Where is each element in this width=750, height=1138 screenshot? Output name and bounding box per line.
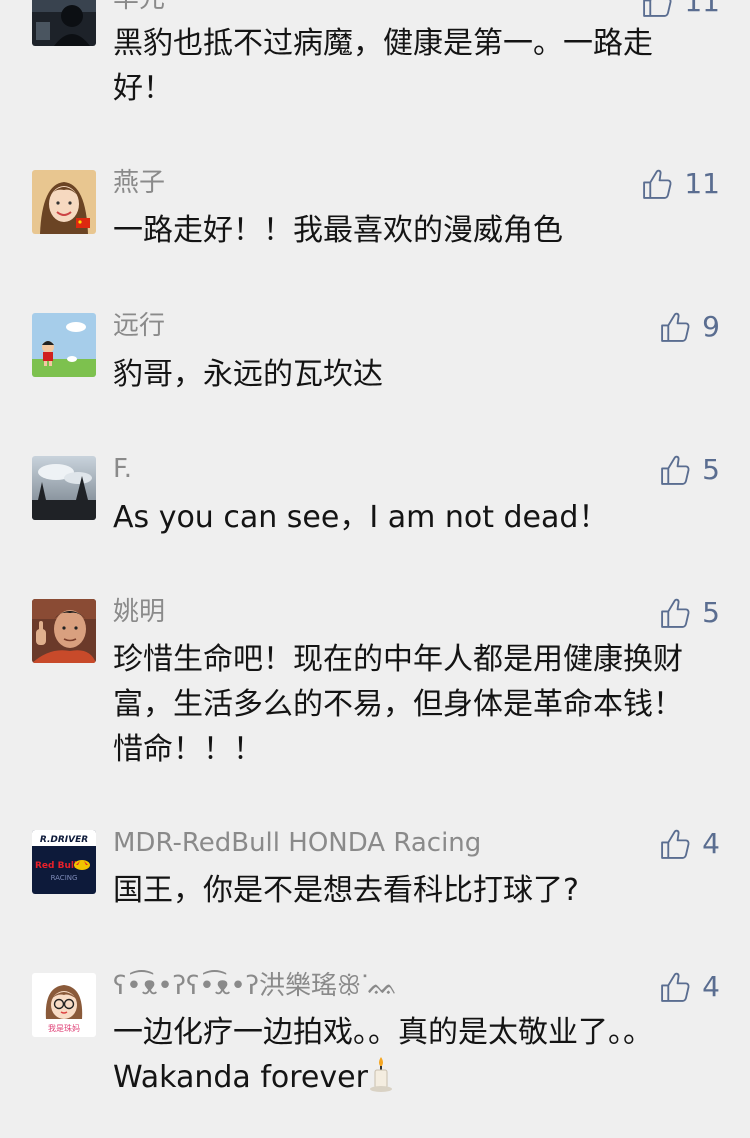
- avatar[interactable]: 我是珠妈: [32, 973, 96, 1037]
- comment-text: 国王，你是不是想去看科比打球了?: [113, 873, 579, 908]
- comment-author[interactable]: F.: [113, 452, 132, 486]
- cartoon-girl-avatar-icon: 我是珠妈: [32, 973, 96, 1037]
- avatar[interactable]: [32, 170, 96, 234]
- like-button[interactable]: 11: [641, 164, 720, 204]
- thumbs-up-icon: [643, 169, 672, 199]
- comment-text: 黑豹也抵不过病魔，健康是第一。一路走好！: [113, 26, 653, 106]
- avatar[interactable]: [32, 599, 96, 663]
- cloudy-sky-avatar-icon: [32, 456, 96, 520]
- thumbs-up-icon: [661, 829, 690, 859]
- comment-author[interactable]: MDR-RedBull HONDA Racing: [113, 826, 481, 860]
- comment-text: 珍惜生命吧！现在的中年人都是用健康换财富，生活多么的不易，但身体是革命本钱！惜命…: [113, 642, 683, 767]
- avatar[interactable]: [32, 313, 96, 377]
- cartoon-boy-avatar-icon: [32, 313, 96, 377]
- like-count: 4: [702, 970, 720, 1003]
- like-count: 5: [702, 453, 720, 486]
- woman-photo-avatar-icon: [32, 170, 96, 234]
- like-count: 9: [702, 310, 720, 343]
- like-count: 5: [702, 596, 720, 629]
- avatar-logo-text: Red Bull: [35, 861, 77, 871]
- like-count: 11: [684, 167, 720, 200]
- comment-author[interactable]: 远行: [113, 309, 165, 343]
- comment-author[interactable]: 燕子: [113, 166, 165, 200]
- like-button[interactable]: 9: [659, 307, 720, 347]
- like-button[interactable]: 4: [659, 824, 720, 864]
- dark-silhouette-avatar-icon: [32, 0, 96, 46]
- comment-text: As you can see，I am not dead！: [113, 500, 609, 535]
- like-count: 11: [684, 0, 720, 18]
- thumbs-up-icon: [661, 312, 690, 342]
- thumbs-up-icon: [661, 455, 690, 485]
- avatar[interactable]: [32, 456, 96, 520]
- comment-author[interactable]: ʕ•͡ᴥ•ʔʕ•͡ᴥ•ʔ洪樂瑤ꕥᐝᨐ: [113, 969, 398, 1003]
- comment-author[interactable]: 姚明: [113, 595, 165, 629]
- like-button[interactable]: 4: [659, 967, 720, 1007]
- avatar-logo-text: RACING: [51, 874, 78, 882]
- candle-icon: [369, 1057, 392, 1092]
- comment-author[interactable]: 羊元: [113, 0, 165, 16]
- avatar[interactable]: R.DRIVER Red Bull RACING: [32, 830, 96, 894]
- thumbs-up-icon: [661, 598, 690, 628]
- like-button[interactable]: 5: [659, 450, 720, 490]
- like-button[interactable]: 11: [641, 0, 720, 22]
- comment-text: 一路走好！！我最喜欢的漫威角色: [113, 213, 563, 248]
- avatar[interactable]: [32, 0, 96, 46]
- comment-text: 一边化疗一边拍戏。。真的是太敬业了。。Wakanda forever: [113, 1010, 703, 1100]
- thumbs-up-man-avatar-icon: [32, 599, 96, 663]
- like-button[interactable]: 5: [659, 593, 720, 633]
- redbull-racing-logo-avatar-icon: R.DRIVER Red Bull RACING: [32, 830, 96, 894]
- avatar-caption-text: 我是珠妈: [48, 1023, 80, 1033]
- like-count: 4: [702, 827, 720, 860]
- avatar-logo-text: R.DRIVER: [40, 835, 88, 845]
- comment-text: 豹哥，永远的瓦坎达: [113, 357, 383, 392]
- thumbs-up-icon: [661, 972, 690, 1002]
- thumbs-up-icon: [643, 0, 672, 17]
